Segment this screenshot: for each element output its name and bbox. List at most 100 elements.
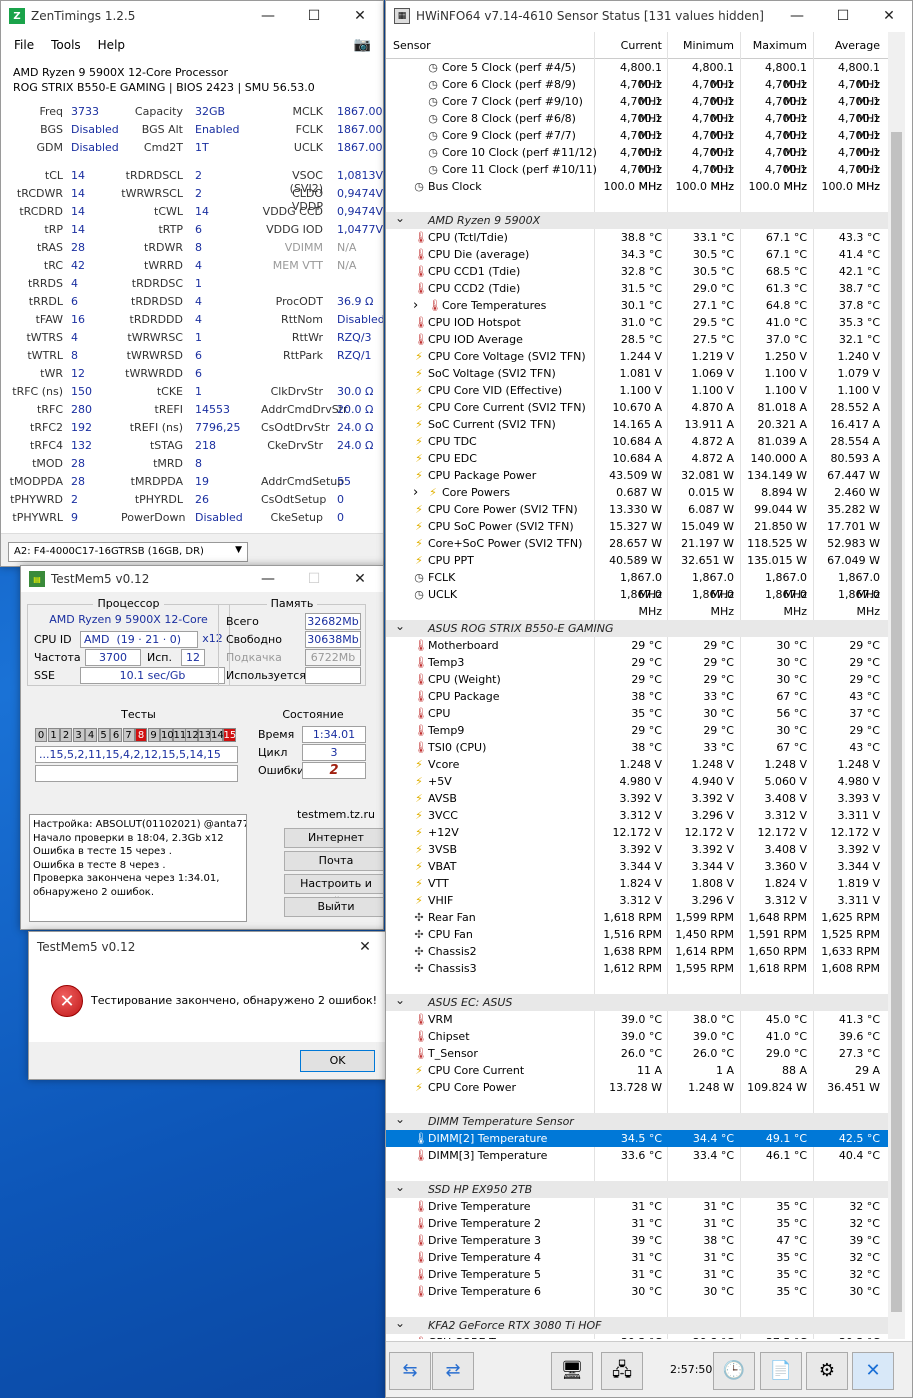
sensor-row[interactable]: ⚡ +12V 12.172 V 12.172 V 12.172 V 12.172 V xyxy=(386,824,888,841)
sensor-row[interactable]: 🌡 CPU IOD Hotspot 31.0 °C 29.5 °C 41.0 °C 35.… xyxy=(386,314,888,331)
col-sensor[interactable]: Sensor xyxy=(393,39,431,52)
menu-tools[interactable]: Tools xyxy=(51,38,81,52)
sensor-row[interactable]: ⚡ 3VCC 3.312 V 3.296 V 3.312 V 3.311 V xyxy=(386,807,888,824)
sensor-row[interactable]: 🌡 DIMM[2] Temperature 34.5 °C 34.4 °C 49.1 °… xyxy=(386,1130,888,1147)
close-x-icon[interactable]: ✕ xyxy=(852,1352,894,1390)
sensor-row[interactable]: ⚡ SoC Current (SVI2 TFN) 14.165 A 13.911 A 2… xyxy=(386,416,888,433)
collapse-chevron-icon[interactable]: ⌄ xyxy=(395,212,405,225)
sensor-row[interactable]: ◷ Bus Clock 100.0 MHz 100.0 MHz 100.0 MHz 100… xyxy=(386,178,888,195)
sensor-row[interactable]: 🌡 Drive Temperature 5 31 °C 31 °C 35 °C 32 °C xyxy=(386,1266,888,1283)
arrows-left-right-icon[interactable]: ⇆ xyxy=(389,1352,431,1390)
sensor-row[interactable]: ◷ Core 10 Clock (perf #11/12) 4,700.1 MHz 4… xyxy=(386,144,888,176)
internet-button[interactable]: Интернет xyxy=(284,828,383,848)
dialog-titlebar[interactable]: TestMem5 v0.12 ✕ xyxy=(29,932,388,962)
maximize-button[interactable]: ☐ xyxy=(291,1,337,31)
sensor-row[interactable]: ⚡ CPU Core Current (SVI2 TFN) 10.670 A 4.87… xyxy=(386,399,888,416)
sensor-row[interactable]: ◷ UCLK 1,867.0 MHz 1,867.0 MHz 1,867.0 MHz 1,… xyxy=(386,586,888,618)
sensor-row[interactable]: ◷ FCLK 1,867.0 MHz 1,867.0 MHz 1,867.0 MHz 1,… xyxy=(386,569,888,601)
sensor-row[interactable]: 🌡GPU CORE Temp 30.3 °C 29.8 °C 37.5 °C 30.3 … xyxy=(386,1334,888,1339)
sensor-row[interactable]: › 🌡 Core Temperatures 30.1 °C 27.1 °C 64.8 °C… xyxy=(386,297,888,314)
minimize-button[interactable]: — xyxy=(245,1,291,31)
collapse-chevron-icon[interactable]: ⌄ xyxy=(395,620,405,633)
vertical-scrollbar[interactable] xyxy=(888,32,905,1339)
sensor-row[interactable]: ⚡ CPU Core VID (Effective) 1.100 V 1.100 V 1… xyxy=(386,382,888,399)
arrows-collapse-icon[interactable]: ⇄ xyxy=(432,1352,474,1390)
sensor-group[interactable]: ⌄ SSD HP EX950 2TB xyxy=(386,1181,888,1198)
sensor-group[interactable]: ⌄ ASUS ROG STRIX B550-E GAMING xyxy=(386,620,888,637)
sensor-row[interactable]: ⚡ CPU Package Power 43.509 W 32.081 W 134.14… xyxy=(386,467,888,484)
sensor-row[interactable]: 🌡 CPU CCD2 (Tdie) 31.5 °C 29.0 °C 61.3 °C 38.… xyxy=(386,280,888,297)
settings-gear-icon[interactable]: ⚙ xyxy=(806,1352,848,1390)
log-textarea[interactable]: Настройка: ABSOLUT(01102021) @anta777 Нач… xyxy=(29,814,247,922)
sensor-row[interactable]: 🌡 Chipset 39.0 °C 39.0 °C 41.0 °C 39.6 °C xyxy=(386,1028,888,1045)
sensor-row[interactable]: ✣ CPU Fan 1,516 RPM 1,450 RPM 1,591 RPM 1,525… xyxy=(386,926,888,943)
sensor-row[interactable]: ⚡ CPU PPT 40.589 W 32.651 W 135.015 W 67.049 … xyxy=(386,552,888,569)
col-maximum[interactable]: Maximum xyxy=(741,39,807,52)
sensor-row[interactable]: ⚡ CPU SoC Power (SVI2 TFN) 15.327 W 15.049 … xyxy=(386,518,888,535)
sensor-row[interactable]: ◷ Core 8 Clock (perf #6/8) 4,700.1 MHz 4,70… xyxy=(386,110,888,142)
sensor-row[interactable]: 🌡 CPU CCD1 (Tdie) 32.8 °C 30.5 °C 68.5 °C 42.… xyxy=(386,263,888,280)
sensor-row[interactable]: ◷ Core 11 Clock (perf #10/11) 4,700.1 MHz 4… xyxy=(386,161,888,193)
sensor-row[interactable]: ◷ Core 9 Clock (perf #7/7) 4,700.1 MHz 4,70… xyxy=(386,127,888,159)
sensor-row[interactable]: 🌡 TSI0 (CPU) 38 °C 33 °C 67 °C 43 °C xyxy=(386,739,888,756)
close-button[interactable]: ✕ xyxy=(342,932,388,962)
sensor-row[interactable]: ⚡ VHIF 3.312 V 3.296 V 3.312 V 3.311 V xyxy=(386,892,888,909)
menu-file[interactable]: File xyxy=(14,38,34,52)
sensor-row[interactable]: 🌡 Drive Temperature 3 39 °C 38 °C 47 °C 39 °C xyxy=(386,1232,888,1249)
collapse-chevron-icon[interactable]: ⌄ xyxy=(395,994,405,1007)
sensor-row[interactable]: ✣ Chassis2 1,638 RPM 1,614 RPM 1,650 RPM 1,63… xyxy=(386,943,888,960)
sensor-row[interactable]: 🌡 CPU (Tctl/Tdie) 38.8 °C 33.1 °C 67.1 °C 43.… xyxy=(386,229,888,246)
configure-exit-button[interactable]: Настроить и выйти xyxy=(284,874,383,908)
sensor-row[interactable]: 🌡 DIMM[3] Temperature 33.6 °C 33.4 °C 46.1 °… xyxy=(386,1147,888,1164)
sensor-row[interactable]: 🌡 CPU Package 38 °C 33 °C 67 °C 43 °C xyxy=(386,688,888,705)
close-button[interactable]: ✕ xyxy=(866,1,912,31)
ok-button[interactable]: OK xyxy=(300,1050,375,1072)
sensor-row[interactable]: ✣ Rear Fan 1,618 RPM 1,599 RPM 1,648 RPM 1,62… xyxy=(386,909,888,926)
sensor-row[interactable]: ⚡ 3VSB 3.392 V 3.392 V 3.408 V 3.392 V xyxy=(386,841,888,858)
sensor-row[interactable]: 🌡 CPU (Weight) 29 °C 29 °C 30 °C 29 °C xyxy=(386,671,888,688)
sensor-row[interactable]: 🌡 CPU IOD Average 28.5 °C 27.5 °C 37.0 °C 32.… xyxy=(386,331,888,348)
sensor-row[interactable]: ⚡ CPU Core Power (SVI2 TFN) 13.330 W 6.087 … xyxy=(386,501,888,518)
collapse-chevron-icon[interactable]: ⌄ xyxy=(395,1181,405,1194)
screenshot-camera-icon[interactable]: 📷 xyxy=(354,37,371,53)
sensor-row[interactable]: 🌡 Temp9 29 °C 29 °C 30 °C 29 °C xyxy=(386,722,888,739)
sensor-row[interactable]: 🌡 Drive Temperature 6 30 °C 30 °C 35 °C 30 °C xyxy=(386,1283,888,1300)
maximize-button[interactable]: ☐ xyxy=(820,1,866,31)
sensor-row[interactable]: ⚡ CPU EDC 10.684 A 4.872 A 140.000 A 80.593 A xyxy=(386,450,888,467)
sensor-row[interactable]: 🌡 VRM 39.0 °C 38.0 °C 45.0 °C 41.3 °C xyxy=(386,1011,888,1028)
sensor-row[interactable]: ✣ Chassis3 1,612 RPM 1,595 RPM 1,618 RPM 1,60… xyxy=(386,960,888,977)
sensor-row[interactable]: ◷ Core 6 Clock (perf #8/9) 4,700.1 MHz 4,70… xyxy=(386,76,888,108)
sensor-row[interactable]: ⚡ CPU Core Power 13.728 W 1.248 W 109.824 W 3… xyxy=(386,1079,888,1096)
sensor-row[interactable]: 🌡 CPU Die (average) 34.3 °C 30.5 °C 67.1 °C 4… xyxy=(386,246,888,263)
zen-titlebar[interactable]: Z ZenTimings 1.2.5 — ☐ ✕ xyxy=(1,1,383,31)
col-average[interactable]: Average xyxy=(814,39,880,52)
clock-icon[interactable]: 🕒 xyxy=(713,1352,755,1390)
add-report-icon[interactable]: 📄 xyxy=(760,1352,802,1390)
sensor-row[interactable]: 🌡 Drive Temperature 4 31 °C 31 °C 35 °C 32 °C xyxy=(386,1249,888,1266)
sensor-row[interactable]: 🌡 Motherboard 29 °C 29 °C 30 °C 29 °C xyxy=(386,637,888,654)
network-computers-icon[interactable]: 🖧 xyxy=(601,1352,643,1390)
collapse-chevron-icon[interactable]: ⌄ xyxy=(395,1317,405,1330)
sensor-row[interactable]: 🌡 T_Sensor 26.0 °C 26.0 °C 29.0 °C 27.3 °C xyxy=(386,1045,888,1062)
exit-button[interactable]: Выйти xyxy=(284,897,383,917)
expand-chevron-icon[interactable]: › xyxy=(413,297,418,314)
col-minimum[interactable]: Minimum xyxy=(668,39,734,52)
sensor-group[interactable]: ⌄ KFA2 GeForce RTX 3080 Ti HOF xyxy=(386,1317,888,1334)
sensor-row[interactable]: ⚡ AVSB 3.392 V 3.392 V 3.408 V 3.393 V xyxy=(386,790,888,807)
sensor-row[interactable]: 🌡 Temp3 29 °C 29 °C 30 °C 29 °C xyxy=(386,654,888,671)
sensor-row[interactable]: ◷ Core 7 Clock (perf #9/10) 4,700.1 MHz 4,7… xyxy=(386,93,888,125)
sensor-row[interactable]: ◷ Core 5 Clock (perf #4/5) 4,800.1 MHz 4,80… xyxy=(386,59,888,91)
sensor-row[interactable]: ⚡ +5V 4.980 V 4.940 V 5.060 V 4.980 V xyxy=(386,773,888,790)
minimize-button[interactable]: — xyxy=(245,566,291,592)
sensor-row[interactable]: › ⚡ Core Powers 0.687 W 0.015 W 8.894 W 2.460 … xyxy=(386,484,888,501)
sensor-row[interactable]: ⚡ SoC Voltage (SVI2 TFN) 1.081 V 1.069 V 1.1… xyxy=(386,365,888,382)
sensor-row[interactable]: 🌡 Drive Temperature 2 31 °C 31 °C 35 °C 32 °C xyxy=(386,1215,888,1232)
menu-help[interactable]: Help xyxy=(98,38,125,52)
collapse-chevron-icon[interactable]: ⌄ xyxy=(395,1113,405,1126)
sensor-row[interactable]: ⚡ CPU TDC 10.684 A 4.872 A 81.039 A 28.554 A xyxy=(386,433,888,450)
sensor-row[interactable]: ⚡ VBAT 3.344 V 3.344 V 3.360 V 3.344 V xyxy=(386,858,888,875)
sensor-row[interactable]: 🌡 CPU 35 °C 30 °C 56 °C 37 °C xyxy=(386,705,888,722)
sensor-row[interactable]: ⚡ CPU Core Current 11 A 1 A 88 A 29 A xyxy=(386,1062,888,1079)
hw-titlebar[interactable]: ▦ HWiNFO64 v7.14-4610 Sensor Status [131… xyxy=(386,1,912,31)
sensor-group[interactable]: ⌄ AMD Ryzen 9 5900X xyxy=(386,212,888,229)
